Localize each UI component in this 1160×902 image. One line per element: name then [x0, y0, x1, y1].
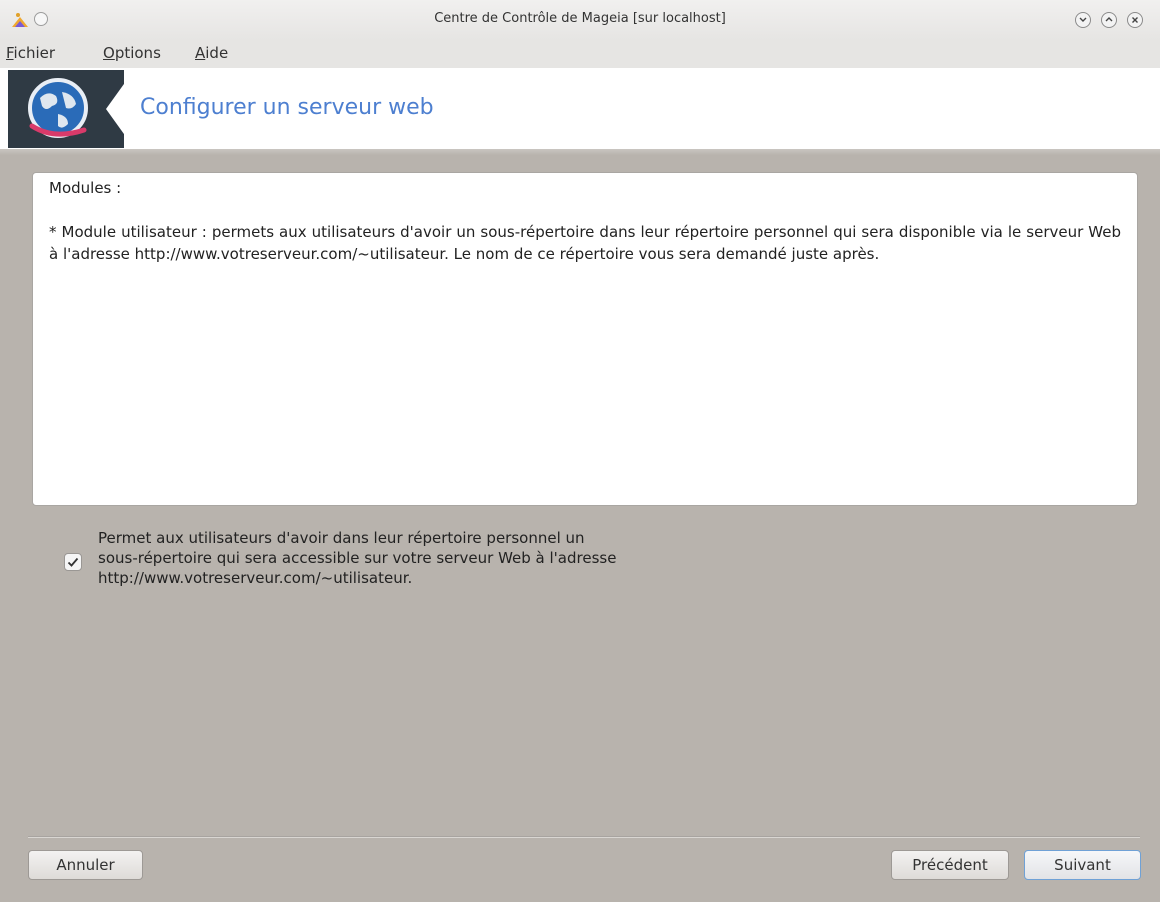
user-module-checkbox[interactable] — [64, 553, 82, 571]
window-titlebar: Centre de Contrôle de Mageia [sur localh… — [0, 0, 1160, 40]
banner: Configurer un serveur web — [0, 68, 1160, 155]
previous-button[interactable]: Précédent — [891, 850, 1009, 880]
info-paragraph: * Module utilisateur : permets aux utili… — [49, 223, 1121, 263]
web-server-globe-icon — [28, 78, 88, 138]
banner-arrow — [106, 70, 134, 148]
chevron-down-icon — [1079, 17, 1087, 22]
minimize-button[interactable] — [1075, 12, 1091, 28]
menubar: Fichier Options Aide — [0, 40, 1160, 68]
maximize-button[interactable] — [1101, 12, 1117, 28]
next-button[interactable]: Suivant — [1024, 850, 1141, 880]
banner-divider — [0, 149, 1160, 155]
menu-aide-mnemonic: A — [195, 44, 206, 62]
footer-separator — [28, 836, 1140, 838]
info-heading: Modules : — [49, 179, 122, 197]
user-module-option[interactable]: Permet aux utilisateurs d'avoir dans leu… — [64, 528, 784, 594]
close-button[interactable] — [1127, 12, 1143, 28]
menu-aide-label: ide — [205, 44, 229, 62]
page-title: Configurer un serveur web — [140, 95, 434, 120]
user-module-label-line: http://www.votreserveur.com/~utilisateur… — [98, 569, 413, 587]
user-module-label: Permet aux utilisateurs d'avoir dans leu… — [98, 528, 798, 588]
window-title: Centre de Contrôle de Mageia [sur localh… — [434, 11, 726, 26]
menu-fichier[interactable]: Fichier — [6, 44, 55, 62]
checkmark-icon — [67, 557, 79, 567]
menu-options-label: ptions — [114, 44, 161, 62]
cancel-button[interactable]: Annuler — [28, 850, 143, 880]
info-text-area[interactable]: Modules : * Module utilisateur : permets… — [32, 172, 1138, 506]
menu-aide[interactable]: Aide — [195, 44, 228, 62]
close-icon — [1132, 17, 1138, 23]
user-module-label-line: Permet aux utilisateurs d'avoir dans leu… — [98, 529, 585, 547]
menu-options[interactable]: Options — [103, 44, 161, 62]
user-module-label-line: sous-répertoire qui sera accessible sur … — [98, 549, 617, 567]
menu-fichier-mnemonic: F — [6, 44, 14, 62]
menu-fichier-label: ichier — [13, 44, 56, 62]
menu-options-mnemonic: O — [103, 44, 115, 62]
banner-logo-box — [8, 70, 134, 148]
chevron-up-icon — [1105, 17, 1113, 22]
